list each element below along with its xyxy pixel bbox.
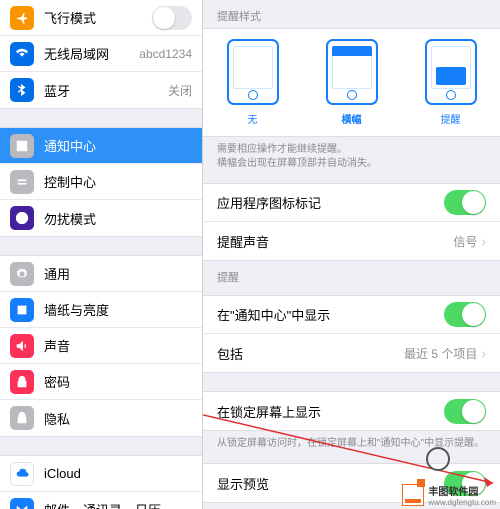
alert-style-banner[interactable]: 横幅 (326, 39, 378, 126)
alert-style-none[interactable]: 无 (227, 39, 279, 126)
sidebar-item-value: 关闭 (168, 82, 192, 99)
detail-pane: 提醒样式 无 横幅 提醒 需要相应操作才能继续提醒。 横幅会出现在屏幕顶部并自动… (203, 0, 500, 509)
sidebar-item-label: 通知中心 (44, 136, 192, 155)
sidebar-item-passcode[interactable]: 密码 (0, 364, 202, 400)
settings-sidebar: 飞行模式 无线局域网 abcd1234 蓝牙 关闭 通知中心 控制中心 勿扰模式 (0, 0, 203, 509)
row-label: 提醒声音 (217, 232, 453, 251)
sidebar-item-display[interactable]: 墙纸与亮度 (0, 292, 202, 328)
sound-icon (10, 334, 34, 358)
sidebar-item-label: 密码 (44, 372, 192, 391)
alert-style-label: 无 (248, 111, 258, 126)
row-value: 最近 5 个项目 (404, 345, 477, 362)
group-badge-sound: 应用程序图标标记提醒声音信号› (203, 183, 500, 261)
sidebar-item-wifi[interactable]: 无线局域网 abcd1234 (0, 36, 202, 72)
sidebar-item-notification[interactable]: 通知中心 (0, 128, 202, 164)
bluetooth-icon (10, 78, 34, 102)
row-label: 包括 (217, 344, 404, 363)
notification-icon (10, 134, 34, 158)
sidebar-item-label: 蓝牙 (44, 81, 168, 100)
watermark-url: www.dgfengtu.com (428, 498, 496, 507)
control-center-icon (10, 170, 34, 194)
watermark-title: 丰图软件园 (428, 483, 496, 498)
sidebar-item-label: 无线局域网 (44, 44, 139, 63)
alert-style-selector: 无 横幅 提醒 (203, 28, 500, 137)
sidebar-item-bluetooth[interactable]: 蓝牙 关闭 (0, 72, 202, 108)
alert-style-label: 横幅 (342, 111, 362, 126)
mail-icon (10, 498, 34, 509)
airplane-icon (10, 6, 34, 30)
alert-style-alert[interactable]: 提醒 (425, 39, 477, 126)
settings-row[interactable]: 包括最近 5 个项目› (203, 334, 500, 372)
settings-row[interactable]: 提醒声音信号› (203, 222, 500, 260)
toggle-switch[interactable] (152, 6, 192, 30)
sidebar-item-general[interactable]: 通用 (0, 256, 202, 292)
sidebar-item-airplane[interactable]: 飞行模式 (0, 0, 202, 36)
sidebar-item-dnd[interactable]: 勿扰模式 (0, 200, 202, 236)
chevron-right-icon: › (481, 345, 486, 361)
alert-style-header: 提醒样式 (203, 0, 500, 28)
icloud-icon (10, 462, 34, 486)
watermark-logo-icon (402, 484, 424, 506)
privacy-icon (10, 406, 34, 430)
sidebar-item-sound[interactable]: 声音 (0, 328, 202, 364)
dnd-icon (10, 206, 34, 230)
wifi-icon (10, 42, 34, 66)
sidebar-item-label: 控制中心 (44, 172, 192, 191)
chevron-right-icon: › (481, 233, 486, 249)
alert-style-label: 提醒 (441, 111, 461, 126)
row-label: 在"通知中心"中显示 (217, 305, 444, 324)
reminder-header: 提醒 (203, 261, 500, 289)
sidebar-item-label: 墙纸与亮度 (44, 300, 192, 319)
sidebar-item-mail[interactable]: 邮件、通讯录、日历 (0, 492, 202, 509)
sidebar-item-icloud[interactable]: iCloud (0, 456, 202, 492)
sidebar-item-label: 勿扰模式 (44, 209, 192, 228)
toggle-switch[interactable] (444, 302, 486, 327)
settings-row[interactable]: 在"通知中心"中显示 (203, 296, 500, 334)
row-label: 应用程序图标标记 (217, 193, 444, 212)
group-notification-center: 在"通知中心"中显示包括最近 5 个项目› (203, 295, 500, 373)
device-icon (425, 39, 477, 105)
alert-style-description: 需要相应操作才能继续提醒。 横幅会出现在屏幕顶部并自动消失。 (203, 137, 500, 177)
sidebar-item-label: 邮件、通讯录、日历 (44, 500, 192, 509)
general-icon (10, 262, 34, 286)
sidebar-item-privacy[interactable]: 隐私 (0, 400, 202, 436)
watermark: 丰图软件园 www.dgfengtu.com (402, 483, 496, 507)
sidebar-item-label: iCloud (44, 466, 192, 481)
passcode-icon (10, 370, 34, 394)
sidebar-item-label: 隐私 (44, 409, 192, 428)
sidebar-item-label: 声音 (44, 336, 192, 355)
toggle-switch[interactable] (444, 190, 486, 215)
device-icon (227, 39, 279, 105)
sidebar-item-value: abcd1234 (139, 47, 192, 61)
sidebar-item-label: 通用 (44, 264, 192, 283)
row-value: 信号 (453, 233, 477, 250)
sidebar-item-label: 飞行模式 (44, 8, 152, 27)
device-icon (326, 39, 378, 105)
settings-row[interactable]: 应用程序图标标记 (203, 184, 500, 222)
annotation-circle (426, 447, 450, 471)
display-icon (10, 298, 34, 322)
sidebar-item-control-center[interactable]: 控制中心 (0, 164, 202, 200)
